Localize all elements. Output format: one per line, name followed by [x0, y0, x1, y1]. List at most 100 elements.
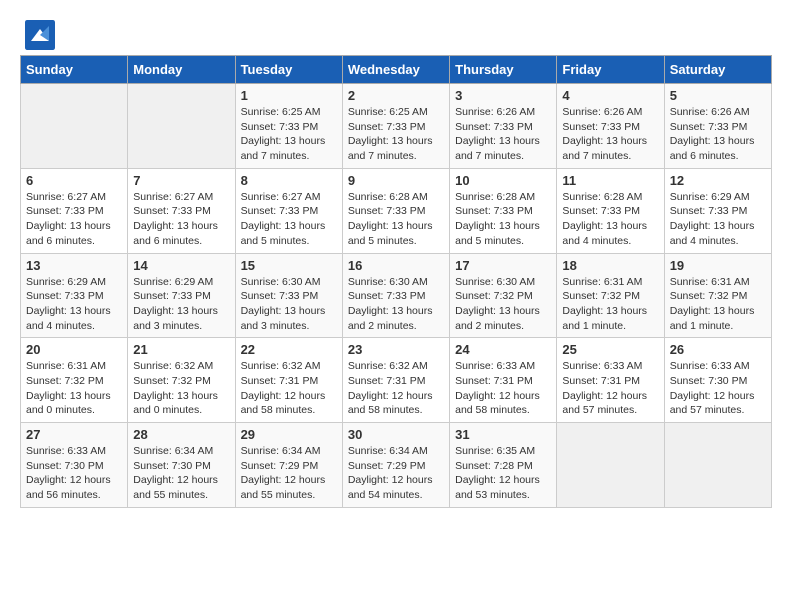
day-number: 2: [348, 88, 444, 103]
day-info: Sunrise: 6:32 AM Sunset: 7:32 PM Dayligh…: [133, 359, 229, 418]
calendar-cell: [21, 84, 128, 169]
day-number: 4: [562, 88, 658, 103]
day-info: Sunrise: 6:26 AM Sunset: 7:33 PM Dayligh…: [562, 105, 658, 164]
day-number: 18: [562, 258, 658, 273]
calendar-cell: 25Sunrise: 6:33 AM Sunset: 7:31 PM Dayli…: [557, 338, 664, 423]
day-info: Sunrise: 6:30 AM Sunset: 7:32 PM Dayligh…: [455, 275, 551, 334]
day-number: 6: [26, 173, 122, 188]
day-info: Sunrise: 6:34 AM Sunset: 7:30 PM Dayligh…: [133, 444, 229, 503]
day-number: 23: [348, 342, 444, 357]
day-number: 30: [348, 427, 444, 442]
calendar-header: SundayMondayTuesdayWednesdayThursdayFrid…: [21, 56, 772, 84]
day-number: 13: [26, 258, 122, 273]
day-info: Sunrise: 6:34 AM Sunset: 7:29 PM Dayligh…: [348, 444, 444, 503]
day-number: 28: [133, 427, 229, 442]
day-number: 5: [670, 88, 766, 103]
day-number: 27: [26, 427, 122, 442]
day-number: 16: [348, 258, 444, 273]
weekday-header-thursday: Thursday: [450, 56, 557, 84]
calendar-cell: 16Sunrise: 6:30 AM Sunset: 7:33 PM Dayli…: [342, 253, 449, 338]
day-number: 15: [241, 258, 337, 273]
day-number: 17: [455, 258, 551, 273]
weekday-header-friday: Friday: [557, 56, 664, 84]
calendar-week-row: 6 Sunrise: 6:27 AM Sunset: 7:33 PM Daylig…: [21, 168, 772, 253]
calendar-cell: 13 Sunrise: 6:29 AM Sunset: 7:33 PM Dayli…: [21, 253, 128, 338]
day-number: 22: [241, 342, 337, 357]
calendar-table: SundayMondayTuesdayWednesdayThursdayFrid…: [20, 55, 772, 508]
day-info: Sunrise: 6:32 AM Sunset: 7:31 PM Dayligh…: [241, 359, 337, 418]
day-info: Sunrise: 6:28 AM Sunset: 7:33 PM Dayligh…: [562, 190, 658, 249]
calendar-cell: 12 Sunrise: 6:29 AM Sunset: 7:33 PM Dayli…: [664, 168, 771, 253]
calendar-week-row: 27Sunrise: 6:33 AM Sunset: 7:30 PM Dayli…: [21, 423, 772, 508]
weekday-header-monday: Monday: [128, 56, 235, 84]
day-number: 25: [562, 342, 658, 357]
calendar-cell: 10Sunrise: 6:28 AM Sunset: 7:33 PM Dayli…: [450, 168, 557, 253]
day-number: 3: [455, 88, 551, 103]
calendar-week-row: 1 Sunrise: 6:25 AM Sunset: 7:33 PM Daylig…: [21, 84, 772, 169]
calendar-cell: [557, 423, 664, 508]
weekday-header-wednesday: Wednesday: [342, 56, 449, 84]
calendar-cell: 29Sunrise: 6:34 AM Sunset: 7:29 PM Dayli…: [235, 423, 342, 508]
calendar-cell: 4 Sunrise: 6:26 AM Sunset: 7:33 PM Daylig…: [557, 84, 664, 169]
day-info: Sunrise: 6:34 AM Sunset: 7:29 PM Dayligh…: [241, 444, 337, 503]
calendar-cell: 15 Sunrise: 6:30 AM Sunset: 7:33 PM Dayli…: [235, 253, 342, 338]
day-info: Sunrise: 6:25 AM Sunset: 7:33 PM Dayligh…: [348, 105, 444, 164]
logo-icon: [25, 20, 55, 50]
calendar-cell: 21 Sunrise: 6:32 AM Sunset: 7:32 PM Dayli…: [128, 338, 235, 423]
calendar-cell: 28 Sunrise: 6:34 AM Sunset: 7:30 PM Dayli…: [128, 423, 235, 508]
calendar-cell: 31Sunrise: 6:35 AM Sunset: 7:28 PM Dayli…: [450, 423, 557, 508]
day-info: Sunrise: 6:29 AM Sunset: 7:33 PM Dayligh…: [670, 190, 766, 249]
day-info: Sunrise: 6:31 AM Sunset: 7:32 PM Dayligh…: [562, 275, 658, 334]
calendar-cell: 26 Sunrise: 6:33 AM Sunset: 7:30 PM Dayli…: [664, 338, 771, 423]
day-number: 24: [455, 342, 551, 357]
calendar-cell: 17 Sunrise: 6:30 AM Sunset: 7:32 PM Dayli…: [450, 253, 557, 338]
calendar-cell: [664, 423, 771, 508]
day-info: Sunrise: 6:30 AM Sunset: 7:33 PM Dayligh…: [241, 275, 337, 334]
logo: [25, 20, 59, 50]
calendar-cell: 1Sunrise: 6:25 AM Sunset: 7:33 PM Daylig…: [235, 84, 342, 169]
day-number: 20: [26, 342, 122, 357]
calendar-cell: 11Sunrise: 6:28 AM Sunset: 7:33 PM Dayli…: [557, 168, 664, 253]
weekday-header-row: SundayMondayTuesdayWednesdayThursdayFrid…: [21, 56, 772, 84]
day-info: Sunrise: 6:26 AM Sunset: 7:33 PM Dayligh…: [670, 105, 766, 164]
day-info: Sunrise: 6:33 AM Sunset: 7:30 PM Dayligh…: [670, 359, 766, 418]
calendar-cell: 23 Sunrise: 6:32 AM Sunset: 7:31 PM Dayli…: [342, 338, 449, 423]
day-info: Sunrise: 6:28 AM Sunset: 7:33 PM Dayligh…: [348, 190, 444, 249]
day-number: 1: [241, 88, 337, 103]
page-header: [10, 10, 782, 55]
calendar-cell: 9 Sunrise: 6:28 AM Sunset: 7:33 PM Daylig…: [342, 168, 449, 253]
calendar-cell: 3 Sunrise: 6:26 AM Sunset: 7:33 PM Daylig…: [450, 84, 557, 169]
day-info: Sunrise: 6:33 AM Sunset: 7:31 PM Dayligh…: [455, 359, 551, 418]
day-info: Sunrise: 6:26 AM Sunset: 7:33 PM Dayligh…: [455, 105, 551, 164]
day-info: Sunrise: 6:29 AM Sunset: 7:33 PM Dayligh…: [133, 275, 229, 334]
calendar-cell: 27Sunrise: 6:33 AM Sunset: 7:30 PM Dayli…: [21, 423, 128, 508]
day-info: Sunrise: 6:31 AM Sunset: 7:32 PM Dayligh…: [670, 275, 766, 334]
calendar-cell: [128, 84, 235, 169]
calendar-cell: 19 Sunrise: 6:31 AM Sunset: 7:32 PM Dayli…: [664, 253, 771, 338]
day-info: Sunrise: 6:29 AM Sunset: 7:33 PM Dayligh…: [26, 275, 122, 334]
day-info: Sunrise: 6:27 AM Sunset: 7:33 PM Dayligh…: [241, 190, 337, 249]
calendar-cell: 8 Sunrise: 6:27 AM Sunset: 7:33 PM Daylig…: [235, 168, 342, 253]
day-number: 12: [670, 173, 766, 188]
day-info: Sunrise: 6:32 AM Sunset: 7:31 PM Dayligh…: [348, 359, 444, 418]
calendar-week-row: 20Sunrise: 6:31 AM Sunset: 7:32 PM Dayli…: [21, 338, 772, 423]
day-number: 26: [670, 342, 766, 357]
day-number: 8: [241, 173, 337, 188]
calendar-week-row: 13 Sunrise: 6:29 AM Sunset: 7:33 PM Dayli…: [21, 253, 772, 338]
calendar-cell: 18 Sunrise: 6:31 AM Sunset: 7:32 PM Dayli…: [557, 253, 664, 338]
day-info: Sunrise: 6:27 AM Sunset: 7:33 PM Dayligh…: [26, 190, 122, 249]
calendar-cell: 20Sunrise: 6:31 AM Sunset: 7:32 PM Dayli…: [21, 338, 128, 423]
calendar-body: 1 Sunrise: 6:25 AM Sunset: 7:33 PM Daylig…: [21, 84, 772, 508]
calendar-cell: 7 Sunrise: 6:27 AM Sunset: 7:33 PM Daylig…: [128, 168, 235, 253]
day-number: 19: [670, 258, 766, 273]
day-info: Sunrise: 6:35 AM Sunset: 7:28 PM Dayligh…: [455, 444, 551, 503]
calendar-cell: 2 Sunrise: 6:25 AM Sunset: 7:33 PM Daylig…: [342, 84, 449, 169]
weekday-header-tuesday: Tuesday: [235, 56, 342, 84]
day-info: Sunrise: 6:27 AM Sunset: 7:33 PM Dayligh…: [133, 190, 229, 249]
day-number: 21: [133, 342, 229, 357]
calendar-cell: 22 Sunrise: 6:32 AM Sunset: 7:31 PM Dayli…: [235, 338, 342, 423]
day-number: 7: [133, 173, 229, 188]
calendar-cell: 14Sunrise: 6:29 AM Sunset: 7:33 PM Dayli…: [128, 253, 235, 338]
calendar-cell: 24 Sunrise: 6:33 AM Sunset: 7:31 PM Dayli…: [450, 338, 557, 423]
day-number: 9: [348, 173, 444, 188]
